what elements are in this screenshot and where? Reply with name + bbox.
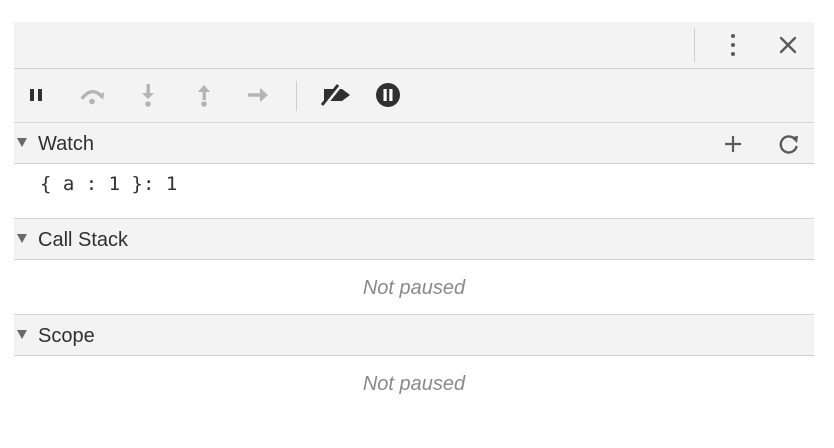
scope-status: Not paused [362,373,466,395]
deactivate-breakpoints-icon[interactable] [318,81,354,109]
refresh-icon[interactable] [774,129,804,159]
more-vertical-icon[interactable] [722,28,744,62]
add-icon[interactable] [718,129,748,159]
sidebar-header-bar [14,22,814,69]
toolbar-separator [296,81,297,111]
watch-expression[interactable]: { a : 1 }: 1 [40,172,177,196]
call-stack-status: Not paused [362,277,466,299]
pause-icon[interactable] [22,81,50,109]
pause-on-exceptions-icon[interactable] [374,81,402,109]
watch-section-header[interactable]: Watch [14,122,814,164]
debugger-sidebar: Watch { a : 1 }: 1 Call Stack Not paused… [14,22,814,426]
expand-triangle-icon [17,234,27,243]
step-into-icon[interactable] [134,81,162,109]
header-separator [694,28,695,62]
close-icon[interactable] [774,28,802,62]
step-out-icon[interactable] [190,81,218,109]
scope-title: Scope [38,325,95,347]
debugger-toolbar [14,69,814,123]
call-stack-section-header[interactable]: Call Stack [14,218,814,260]
call-stack-title: Call Stack [38,229,129,251]
expand-triangle-icon [17,138,27,147]
expand-triangle-icon [17,330,27,339]
watch-title: Watch [38,133,94,155]
scope-section-header[interactable]: Scope [14,314,814,356]
step-icon[interactable] [244,81,272,109]
step-over-icon[interactable] [78,81,106,109]
